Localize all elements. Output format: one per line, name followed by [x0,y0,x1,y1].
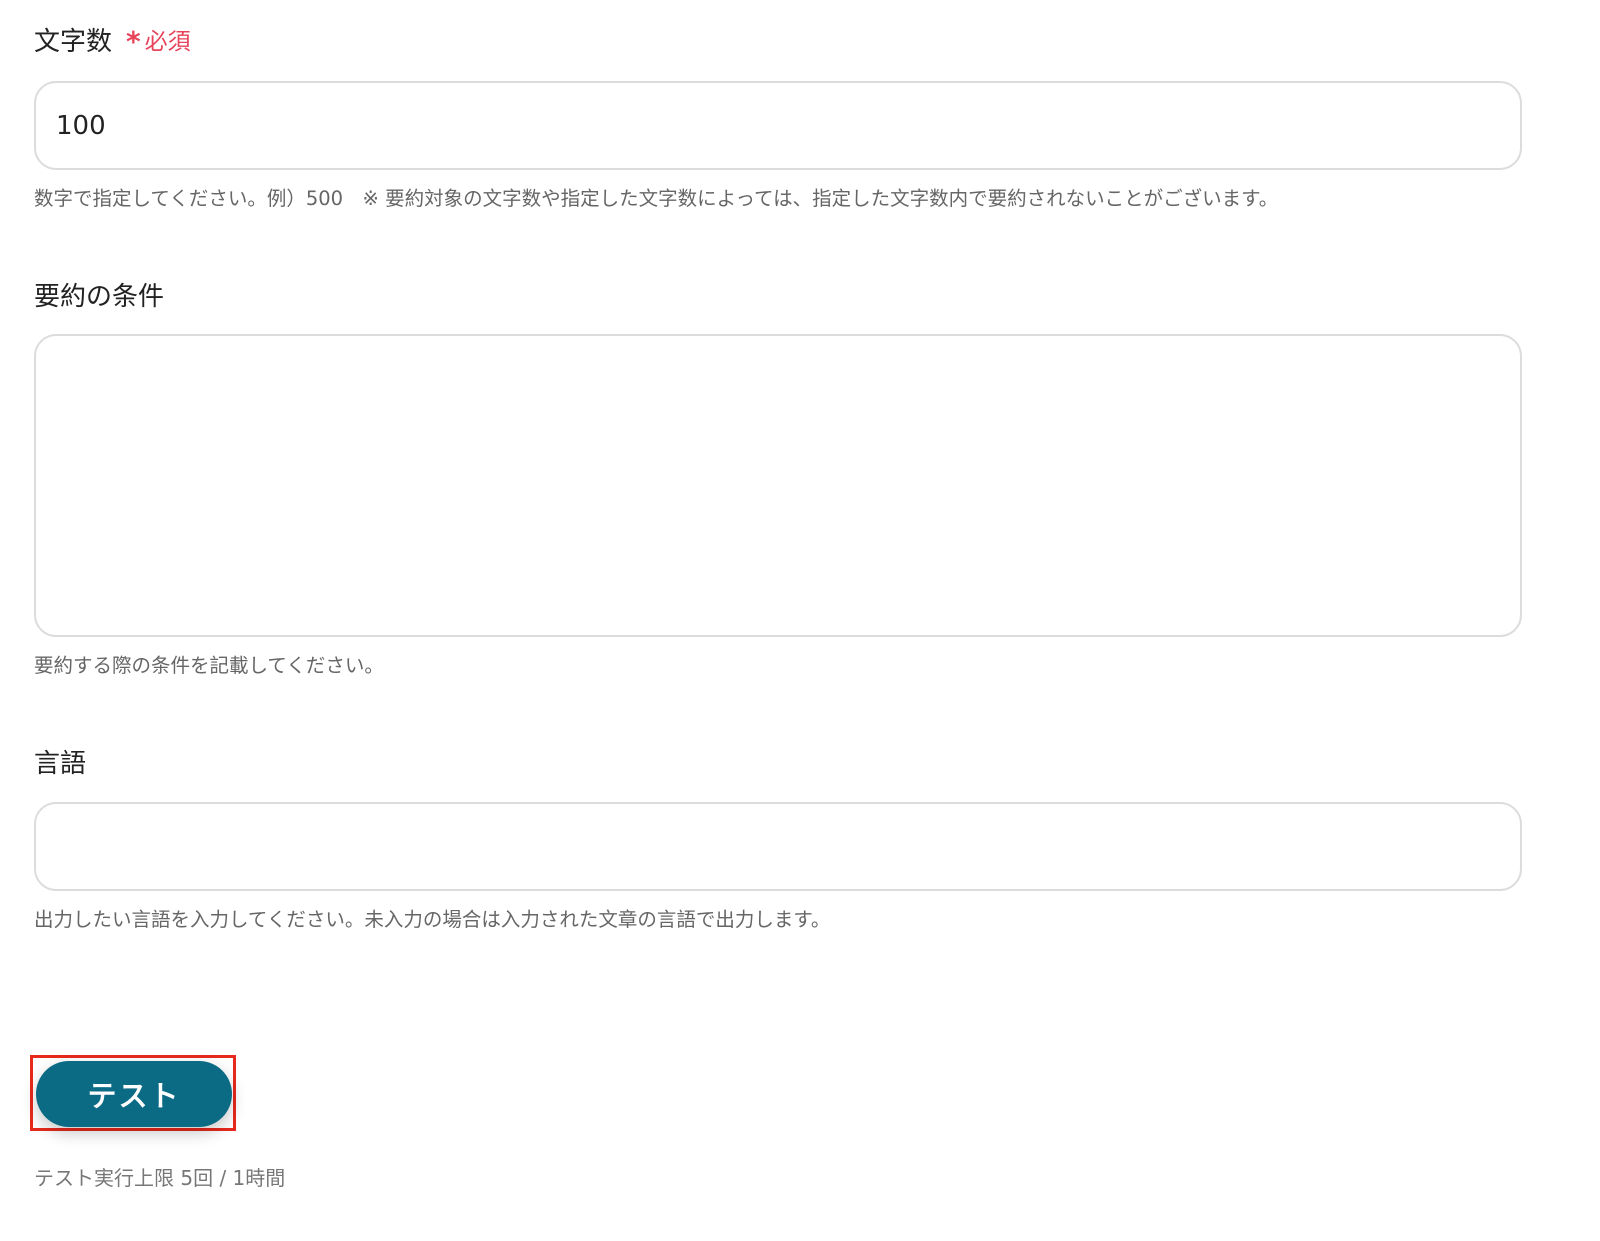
asterisk-icon: * [126,25,141,58]
conditions-label-text: 要約の条件 [34,282,165,312]
conditions-textarea[interactable] [34,334,1522,637]
char-count-helper: 数字で指定してください。例）500 ※ 要約対象の文字数や指定した文字数によって… [34,187,1279,210]
char-count-label-text: 文字数 [34,27,113,57]
language-input[interactable] [34,802,1522,891]
test-limit-text: テスト実行上限 5回 / 1時間 [34,1166,286,1190]
required-badge: * 必須 [126,26,191,58]
language-label-text: 言語 [34,749,87,779]
required-text: 必須 [144,29,191,55]
language-label: 言語 [34,748,86,780]
char-count-label: 文字数 * 必須 [34,26,191,58]
char-count-input[interactable] [34,81,1522,170]
conditions-helper: 要約する際の条件を記載してください。 [34,654,384,677]
language-helper: 出力したい言語を入力してください。未入力の場合は入力された文章の言語で出力します… [34,908,831,931]
conditions-label: 要約の条件 [34,281,164,313]
test-button[interactable]: テスト [36,1061,232,1127]
